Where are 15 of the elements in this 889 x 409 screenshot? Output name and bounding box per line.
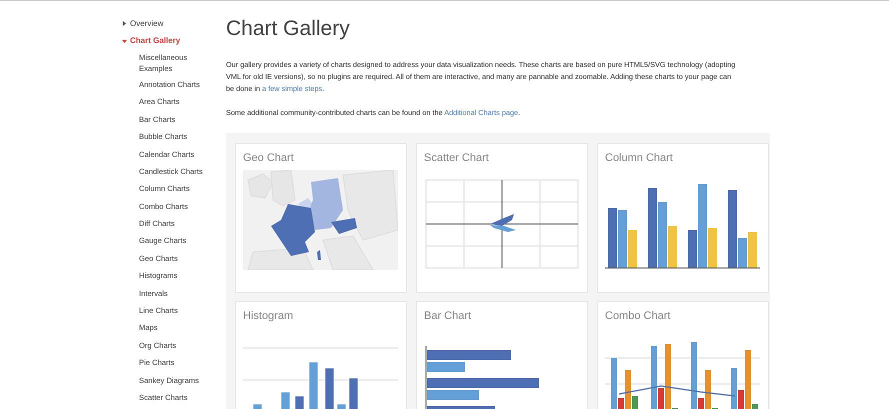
card-title: Histogram — [243, 310, 294, 322]
card-title: Column Chart — [605, 152, 674, 164]
chart-card[interactable]: Histogram — [235, 300, 407, 409]
card-title: Geo Chart — [243, 152, 295, 164]
card-title: Bar Chart — [424, 310, 472, 322]
card-title: Scatter Chart — [424, 152, 490, 164]
page-title: Chart Gallery — [226, 17, 351, 41]
chart-card[interactable]: Combo Chart — [597, 300, 769, 409]
nav-item[interactable]: Chart Gallery — [122, 32, 226, 50]
chart-card[interactable]: Geo Chart — [235, 142, 407, 293]
card-title: Combo Chart — [605, 310, 672, 322]
chart-card[interactable]: Column Chart — [597, 142, 769, 293]
nav-item[interactable]: Overview — [122, 15, 226, 32]
chart-card[interactable]: Scatter Chart — [416, 142, 588, 293]
chart-card[interactable]: Bar Chart — [416, 300, 588, 409]
